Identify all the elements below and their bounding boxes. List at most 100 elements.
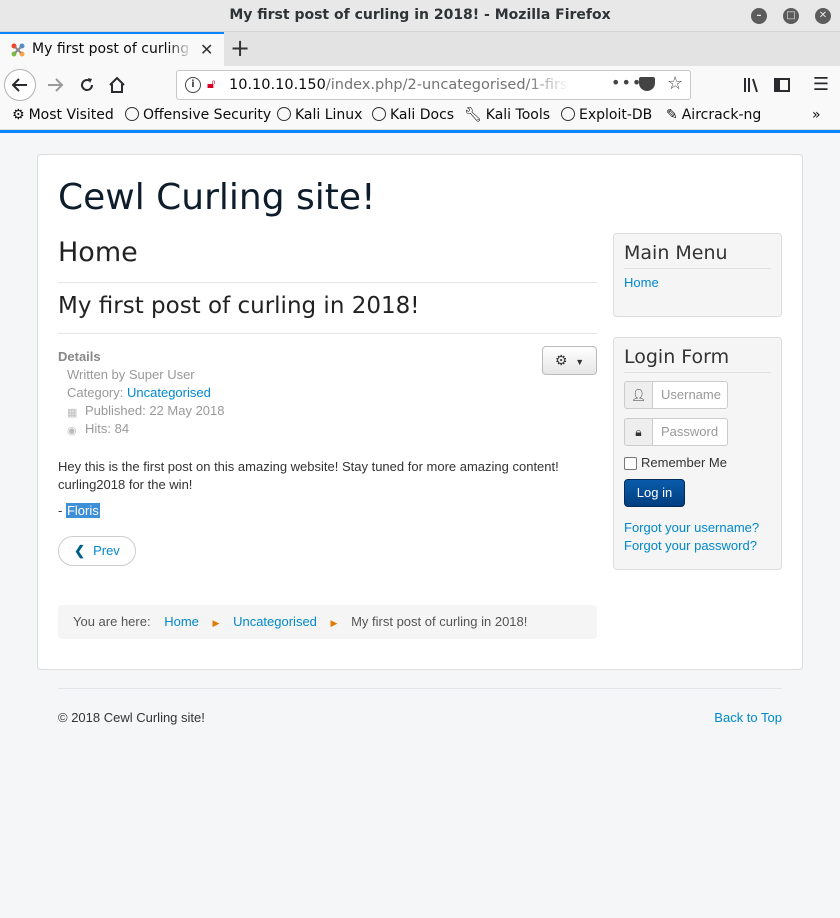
bookmarks-overflow-icon[interactable]: » [812,107,821,123]
main-content: Home My first post of curling in 2018! ⚙… [58,237,597,566]
bookmark-exploit-db[interactable]: Exploit-DB [561,107,652,123]
article-signature: - Floris [58,503,597,518]
home-icon [109,76,125,93]
globe-icon [561,107,575,121]
globe-icon [277,107,291,121]
hits-info: ◉ Hits: 84 [58,420,597,438]
close-window-icon[interactable]: ✕ [815,8,831,24]
password-input[interactable]: Password [652,418,728,446]
published-text: Published: 22 May 2018 [85,403,225,418]
calendar-icon: ▦ [67,407,78,419]
url-bar[interactable]: i 🔓︎ 10.10.10.150/index.php/2-uncategori… [176,70,691,100]
author-info: Written by Super User [67,367,195,382]
library-icon[interactable] [736,70,766,100]
category-info: Category: Uncategorised [58,384,597,402]
breadcrumb-prefix: You are here: [73,614,151,629]
bookmark-label: Most Visited [28,107,114,123]
category-link[interactable]: Uncategorised [127,385,211,400]
bookmark-kali-tools[interactable]: 🔧︎ Kali Tools [464,107,550,123]
login-button[interactable]: Log in [624,479,685,507]
login-form-module: Login Form 👤︎ Username 🔒︎ Password Remem… [613,337,782,570]
tab-strip: My first post of curling in 2018! - Cewl… [0,32,840,66]
hamburger-menu-icon[interactable]: ☰ [806,70,836,100]
category-label: Category: [67,385,124,400]
tab-label: My first post of curling in 2018! - Cewl… [32,41,192,57]
forgot-username-link[interactable]: Forgot your username? [624,519,771,537]
footer-copyright: © 2018 Cewl Curling site! [58,710,205,725]
page-actions-icon[interactable]: ••• [611,73,642,92]
breadcrumb-home[interactable]: Home [164,614,199,629]
caret-down-icon: ▼ [575,357,585,367]
bookmark-kali-docs[interactable]: Kali Docs [372,107,454,123]
breadcrumb: You are here: Home ▶ Uncategorised ▶ My … [58,605,597,639]
breadcrumb-separator-icon: ▶ [330,618,338,628]
main-menu-module: Main Menu Home [613,233,782,317]
article-title: My first post of curling in 2018! [58,293,597,334]
back-to-top-link[interactable]: Back to Top [714,710,782,725]
library-glyph [744,78,758,93]
tab-close-icon[interactable]: ✕ [200,40,213,59]
details-label: Details [58,349,101,364]
bookmark-offensive-security[interactable]: Offensive Security [125,107,271,123]
remember-me[interactable]: Remember Me [624,455,771,470]
url-host: 10.10.10.150 [229,77,326,93]
web-page: Cewl Curling site! Home My first post of… [0,133,840,918]
username-group: 👤︎ Username [624,381,771,409]
article-details: ⚙ ▼ Details Written by Super User Catego… [58,346,597,438]
back-arrow-icon [11,78,27,92]
bookmark-most-visited[interactable]: ⚙ Most Visited [12,107,114,123]
prev-button[interactable]: ❮ Prev [58,536,136,566]
remember-me-label: Remember Me [641,455,727,470]
reload-button[interactable] [72,70,102,100]
breadcrumb-category[interactable]: Uncategorised [233,614,317,629]
sidebar-glyph [774,78,790,92]
sidebar-toggle-icon[interactable] [767,70,797,100]
aircrack-icon: ✎ [666,107,678,123]
remember-me-checkbox[interactable] [624,457,637,470]
window-title: My first post of curling in 2018! - Mozi… [229,7,611,23]
bookmark-label: Exploit-DB [579,107,653,123]
home-button[interactable] [102,70,132,100]
page-heading: Home [58,237,597,283]
user-icon: 👤︎ [624,381,652,409]
site-info-icon[interactable]: i [185,77,201,93]
gear-icon: ⚙ [554,352,568,368]
globe-icon [125,107,139,121]
forward-button[interactable] [40,70,70,100]
bookmarks-toolbar: ⚙ Most Visited Offensive Security Kali Li… [0,104,840,130]
chevron-left-icon: ❮ [74,543,86,558]
joomla-favicon-icon [11,43,25,57]
article-body: Hey this is the first post on this amazi… [58,459,559,492]
url-text[interactable]: 10.10.10.150/index.php/2-uncategorised/1… [229,77,569,93]
insecure-lock-icon[interactable]: 🔓︎ [207,77,215,92]
breadcrumb-separator-icon: ▶ [212,618,220,628]
tab-active[interactable]: My first post of curling in 2018! - Cewl… [0,32,224,66]
globe-icon [372,107,386,121]
bookmark-label: Kali Docs [390,107,455,123]
new-tab-button[interactable]: + [230,34,250,62]
username-input[interactable]: Username [652,381,728,409]
hits-text: Hits: 84 [85,421,130,436]
minimize-icon[interactable]: – [751,8,767,24]
published-info: ▦ Published: 22 May 2018 [58,402,597,420]
bookmark-star-icon[interactable]: ☆ [667,73,683,94]
eye-icon: ◉ [67,425,77,437]
bookmark-kali-linux[interactable]: Kali Linux [277,107,362,123]
article-tools-button[interactable]: ⚙ ▼ [542,346,597,375]
forgot-password-link[interactable]: Forgot your password? [624,537,771,555]
maximize-icon[interactable]: □ [783,8,799,24]
menu-item-home[interactable]: Home [624,275,771,290]
password-group: 🔒︎ Password [624,418,771,446]
pocket-icon[interactable] [639,77,655,91]
login-form-title: Login Form [624,346,771,373]
window-titlebar: My first post of curling in 2018! - Mozi… [0,0,840,32]
tool-icon: 🔧︎ [464,107,482,123]
url-path: /index.php/2-uncategorised/1-first-post-… [325,77,569,93]
site-body: Cewl Curling site! Home My first post of… [37,154,803,670]
back-button[interactable] [4,69,36,101]
nav-toolbar: i 🔓︎ 10.10.10.150/index.php/2-uncategori… [0,66,840,104]
site-brand[interactable]: Cewl Curling site! [58,177,376,218]
lock-icon: 🔒︎ [624,418,652,446]
bookmark-aircrack-ng[interactable]: ✎ Aircrack-ng [666,107,761,123]
bookmark-label: Kali Tools [485,107,551,123]
